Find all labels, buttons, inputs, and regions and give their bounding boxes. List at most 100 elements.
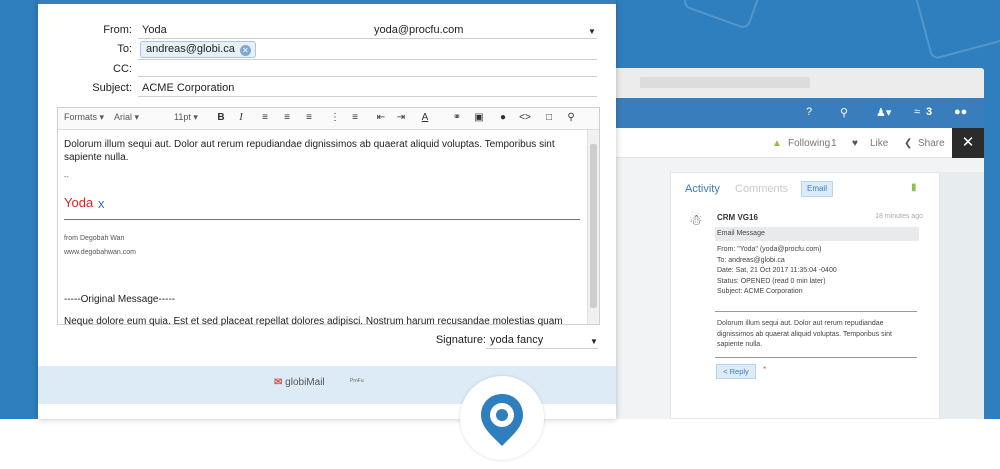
crm-navbar: ? ⚲ ♟▾ ≈ 3 ●● — [600, 98, 984, 128]
cc-field[interactable] — [138, 76, 597, 77]
entry-to: To: andreas@globi.ca — [717, 256, 785, 264]
signature-from: from Degobah Wan — [64, 235, 125, 242]
entry-subject-line: Subject: ACME Corporation — [717, 288, 803, 295]
font-dropdown[interactable]: Arial ▾ — [114, 112, 139, 123]
comment-icon[interactable]: □ — [542, 111, 556, 125]
align-left-icon[interactable]: ≡ — [258, 111, 272, 125]
signature-select[interactable]: yoda fancy — [490, 334, 543, 346]
microphone-icon[interactable]: ● — [496, 111, 510, 125]
brand-badge — [460, 376, 544, 460]
from-email[interactable]: yoda@procfu.com — [374, 24, 463, 36]
subject-underline — [138, 96, 597, 97]
crm-activity-panel: Activity Comments Email ▮ ☃ CRM VG16 18 … — [670, 172, 940, 419]
crm-url-bar[interactable] — [640, 77, 810, 88]
original-message-body: Neque dolore eum quia. Est et sed placea… — [64, 316, 563, 327]
entry-title: CRM VG16 — [717, 213, 758, 222]
person-icon: ☃ — [689, 212, 703, 229]
to-underline — [138, 59, 597, 60]
entry-headers: From: "Yoda" (yoda@procfu.com) To: andre… — [717, 245, 837, 298]
bullet-list-icon[interactable]: ⋮ — [328, 111, 342, 125]
align-center-icon[interactable]: ≡ — [280, 111, 294, 125]
crm-tabs: Activity Comments Email ▮ — [671, 173, 939, 205]
chat-icon[interactable]: ●● — [954, 106, 967, 118]
original-message-header: -----Original Message----- — [64, 294, 176, 305]
numbered-list-icon[interactable]: ≡ — [348, 111, 362, 125]
subject-field[interactable]: ACME Corporation — [142, 82, 234, 94]
entry-timestamp: 18 minutes ago — [875, 213, 923, 220]
search-icon[interactable]: ⚲ — [840, 106, 848, 119]
message-paragraph: Dolorum illum sequi aut. Dolor aut rerum… — [64, 139, 555, 163]
decorative-shape — [911, 0, 1000, 61]
recipient-email: andreas@globi.ca — [146, 43, 235, 55]
entry-date: Date: Sat, 21 Oct 2017 11:35:04 -0400 — [717, 267, 837, 274]
from-label: From: — [103, 24, 132, 36]
crm-action-bar: ▲ Following 1 ♥ Like ❮ Share ✕ — [600, 128, 984, 158]
link-icon[interactable]: ⚭ — [450, 111, 464, 125]
share-icon: ❮ — [904, 138, 913, 149]
crm-right-sidebar — [940, 172, 984, 419]
image-icon[interactable]: ▣ — [472, 111, 486, 125]
share-button[interactable]: Share — [918, 138, 945, 149]
reply-button[interactable]: < Reply — [716, 364, 756, 379]
notification-count: 3 — [926, 106, 933, 118]
crm-browser-bar — [600, 68, 984, 98]
notifications-icon[interactable]: ≈ — [914, 106, 920, 118]
editor-toolbar: Formats ▾ Arial ▾ 11pt ▾ B I ≡ ≡ ≡ ⋮ ≡ ⇤… — [58, 108, 599, 130]
recipient-chip[interactable]: andreas@globi.ca ✕ — [140, 41, 256, 58]
signature-underline — [486, 348, 598, 349]
outdent-icon[interactable]: ⇤ — [374, 111, 388, 125]
tab-comments[interactable]: Comments — [735, 183, 788, 195]
remove-recipient-icon[interactable]: ✕ — [239, 45, 251, 56]
entry-from: From: "Yoda" (yoda@procfu.com) — [717, 246, 822, 253]
user-icon[interactable]: ♟▾ — [876, 106, 891, 119]
app-icon: ▮ — [911, 182, 917, 193]
divider — [715, 357, 917, 358]
formats-dropdown[interactable]: Formats ▾ — [64, 112, 104, 123]
divider — [715, 311, 917, 312]
tab-activity[interactable]: Activity — [685, 183, 720, 195]
like-button[interactable]: Like — [870, 138, 888, 149]
entry-subject-bar: Email Message — [715, 227, 919, 241]
scrollbar-thumb[interactable] — [590, 144, 597, 308]
compose-window: From: Yoda yoda@procfu.com ▼ To: andreas… — [38, 0, 616, 419]
bold-button[interactable]: B — [214, 111, 228, 125]
editor-scrollbar[interactable] — [587, 130, 599, 324]
from-underline — [138, 38, 597, 39]
following-icon: ▲ — [772, 138, 782, 149]
indent-icon[interactable]: ⇥ — [394, 111, 408, 125]
location-pin-icon — [481, 394, 523, 446]
like-icon: ♥ — [852, 138, 858, 149]
following-label[interactable]: Following — [788, 138, 830, 149]
globimail-logo: ✉ globiMail — [274, 377, 325, 388]
signature-dashes: -- — [64, 174, 69, 181]
message-editor[interactable]: Formats ▾ Arial ▾ 11pt ▾ B I ≡ ≡ ≡ ⋮ ≡ ⇤… — [57, 107, 600, 327]
signature-rule — [64, 219, 580, 220]
help-icon[interactable]: ? — [806, 106, 812, 118]
signature-x: x — [98, 196, 105, 211]
compose-top-bar — [38, 0, 616, 4]
signature-name: Yoda — [64, 195, 94, 210]
entry-body: Dolorum illum sequi aut. Dolor aut rerum… — [717, 320, 892, 348]
tab-email[interactable]: Email — [801, 181, 833, 197]
decorative-shape — [681, 0, 769, 31]
chevron-down-icon[interactable]: ▼ — [590, 337, 598, 346]
to-label: To: — [117, 43, 132, 55]
italic-button[interactable]: I — [234, 111, 248, 125]
subject-label: Subject: — [92, 82, 132, 94]
from-name[interactable]: Yoda — [142, 24, 167, 36]
procfu-logo: ProFu — [350, 378, 364, 384]
entry-status: Status: OPENED (read 0 min later) — [717, 277, 826, 285]
chevron-down-icon[interactable]: ▼ — [588, 27, 596, 36]
following-count: 1 — [831, 138, 837, 149]
attachment-icon[interactable]: ⚲ — [564, 111, 578, 125]
signature-label: Signature: — [435, 334, 486, 346]
text-color-icon[interactable]: A — [418, 111, 432, 125]
cc-label: CC: — [113, 63, 132, 75]
signature-site: www.degobahwan.com — [64, 249, 136, 256]
close-button[interactable]: ✕ — [952, 128, 984, 158]
crm-window: ? ⚲ ♟▾ ≈ 3 ●● ▲ Following 1 ♥ Like ❮ Sha… — [600, 68, 984, 419]
reply-star: * — [763, 365, 767, 374]
font-size-dropdown[interactable]: 11pt ▾ — [174, 112, 198, 123]
code-icon[interactable]: <> — [518, 111, 532, 125]
align-right-icon[interactable]: ≡ — [302, 111, 316, 125]
